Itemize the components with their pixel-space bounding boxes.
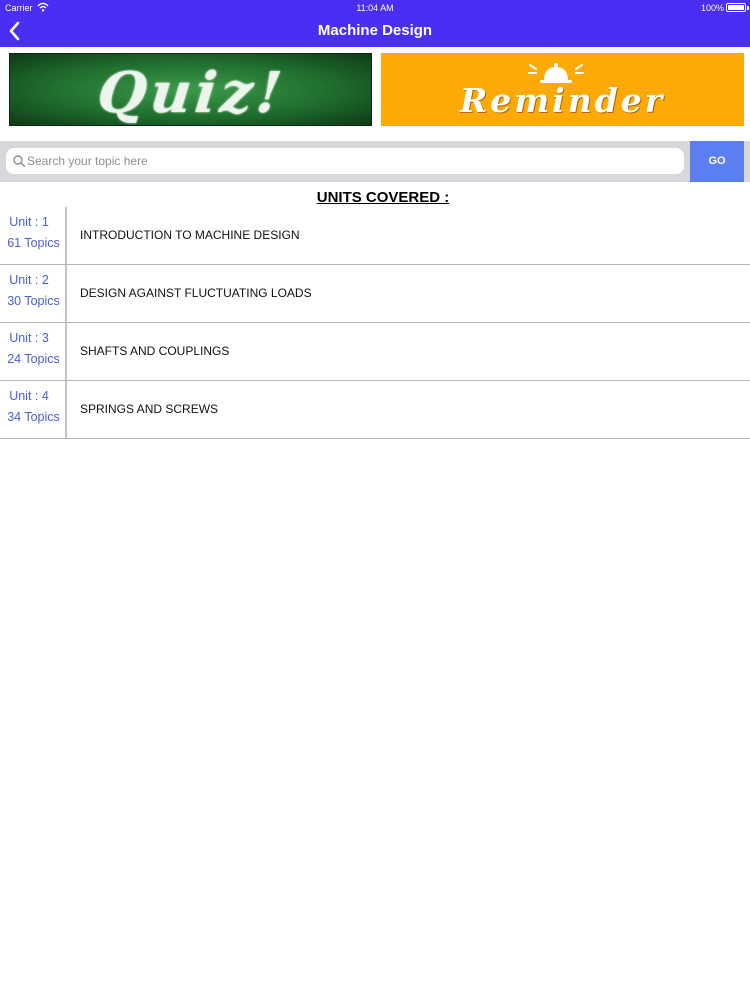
search-input[interactable] <box>27 148 677 174</box>
quiz-banner[interactable]: Quiz! <box>9 53 372 126</box>
unit-row[interactable]: Unit : 1 61 Topics INTRODUCTION TO MACHI… <box>0 207 750 265</box>
units-heading: UNITS COVERED : <box>316 189 450 206</box>
search-field[interactable] <box>6 148 684 174</box>
go-button[interactable]: GO <box>690 141 744 182</box>
unit-number: Unit : 3 <box>9 331 49 345</box>
page-title: Machine Design <box>317 22 433 39</box>
reminder-banner[interactable]: Reminder <box>381 53 744 126</box>
reminder-banner-text: Reminder <box>459 81 666 120</box>
unit-meta: Unit : 4 34 Topics <box>0 381 67 438</box>
unit-topic-count: 24 Topics <box>7 352 60 366</box>
unit-row[interactable]: Unit : 3 24 Topics SHAFTS AND COUPLINGS <box>0 323 750 381</box>
unit-meta: Unit : 1 61 Topics <box>0 207 67 264</box>
navigation-bar: Carrier 11:04 AM 100% Machine Design <box>0 0 750 47</box>
unit-meta: Unit : 2 30 Topics <box>0 265 67 322</box>
unit-number: Unit : 4 <box>9 389 49 403</box>
unit-topic-count: 30 Topics <box>7 294 60 308</box>
battery-cap <box>747 6 749 10</box>
search-icon <box>13 155 26 168</box>
unit-meta: Unit : 3 24 Topics <box>0 323 67 380</box>
unit-number: Unit : 2 <box>9 273 49 287</box>
unit-topic-count: 34 Topics <box>7 410 60 424</box>
unit-title: SPRINGS AND SCREWS <box>80 402 219 416</box>
search-bar: GO <box>0 141 750 182</box>
unit-row[interactable]: Unit : 2 30 Topics DESIGN AGAINST FLUCTU… <box>0 265 750 323</box>
clock: 11:04 AM <box>356 3 394 13</box>
battery-icon <box>726 3 746 12</box>
unit-row[interactable]: Unit : 4 34 Topics SPRINGS AND SCREWS <box>0 381 750 439</box>
unit-title: DESIGN AGAINST FLUCTUATING LOADS <box>80 286 312 300</box>
status-bar: Carrier 11:04 AM 100% <box>0 0 750 16</box>
unit-title: INTRODUCTION TO MACHINE DESIGN <box>80 228 300 242</box>
battery-percentage: 100% <box>700 3 724 13</box>
unit-title: SHAFTS AND COUPLINGS <box>80 344 230 358</box>
unit-number: Unit : 1 <box>9 215 49 229</box>
quiz-banner-text: Quiz! <box>94 60 289 126</box>
unit-topic-count: 61 Topics <box>7 236 60 250</box>
unit-list: Unit : 1 61 Topics INTRODUCTION TO MACHI… <box>0 207 750 439</box>
